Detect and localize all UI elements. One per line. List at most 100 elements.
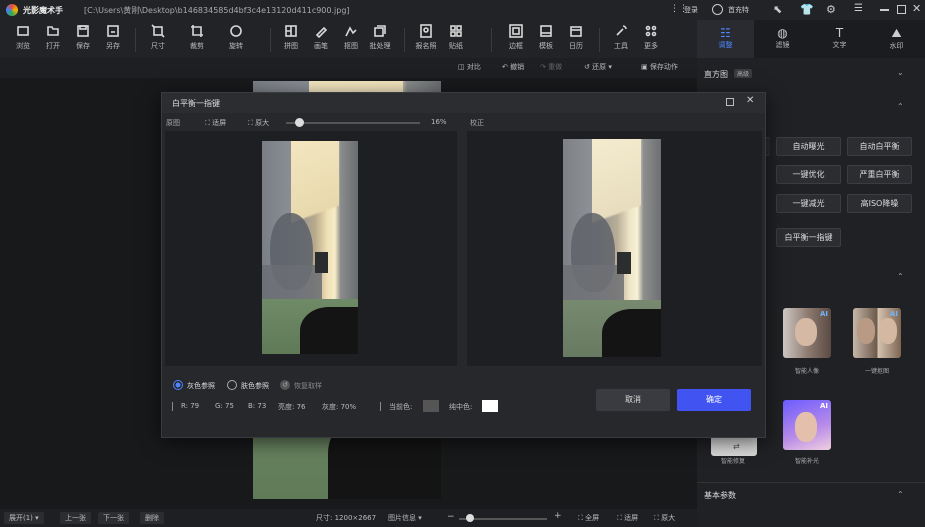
delete-button[interactable]: 删除 [140, 512, 164, 524]
iso-denoise-button[interactable]: 高ISO降噪 [847, 194, 912, 213]
ai-portrait-thumb[interactable]: AI [783, 308, 831, 358]
fit-button[interactable]: ⛶ 适屏 [617, 513, 638, 523]
skin-ref-radio[interactable] [227, 380, 237, 390]
face-icon [795, 318, 817, 346]
cutout-button[interactable]: 抠图 [337, 24, 365, 56]
neutral-color-label: 纯中色: [449, 403, 473, 411]
brush-button[interactable]: 画笔 [307, 24, 335, 56]
id-photo-button[interactable]: 报名照 [412, 24, 440, 56]
ai-section-collapse-icon[interactable]: ⌃ [897, 272, 904, 281]
compare-button[interactable]: ◫ 对比 [458, 62, 481, 72]
auto-wb-button[interactable]: 自动白平衡 [847, 137, 912, 156]
file-path: [C:\Users\黄刚\Desktop\b146834585d4bf3c4e1… [84, 6, 350, 15]
image-size: 尺寸: 1200×2667 [316, 514, 377, 522]
status-bar: 展开(1) ▾ 上一张 下一张 删除 尺寸: 1200×2667 图片信息 ▾ … [0, 509, 697, 527]
undo-button[interactable]: ↶ 撤销 [502, 62, 524, 72]
menu-icon[interactable]: ☰ [854, 3, 863, 14]
ai-light-thumb[interactable]: AI [783, 400, 831, 450]
ai-repair-thumb[interactable]: ⇄ [711, 438, 757, 456]
expand-button[interactable]: 展开(1) ▾ [4, 512, 44, 524]
dialog-close-icon[interactable]: ✕ [746, 95, 754, 106]
ai-cutout-thumb[interactable]: AI [853, 308, 901, 358]
tab-watermark[interactable]: ⛰ 水印 [868, 20, 925, 58]
calendar-button[interactable]: 日历 [562, 24, 590, 56]
one-key-optimize-button[interactable]: 一键优化 [776, 165, 841, 184]
template-button[interactable]: 模板 [532, 24, 560, 56]
stat-g: G: 75 [215, 402, 234, 410]
fit-screen-button[interactable]: ⛶ 适屏 [205, 118, 226, 128]
neutral-color-swatch [482, 400, 498, 412]
zoom-in-icon[interactable]: + [554, 511, 562, 521]
more-icon[interactable]: ⋮⋮ [670, 4, 688, 15]
maximize-icon[interactable] [897, 5, 906, 14]
tab-adjust[interactable]: ☷ 调整 [697, 20, 754, 58]
folder-icon [17, 26, 29, 36]
histogram-collapse-icon[interactable]: ⌄ [897, 68, 904, 77]
restore-sample-icon[interactable]: ↺ [280, 380, 290, 390]
original-image[interactable] [262, 141, 358, 354]
dialog-zoom-thumb[interactable] [295, 118, 304, 127]
auto-exposure-button[interactable]: 自动曝光 [776, 137, 841, 156]
settings-icon[interactable]: ⚙ [826, 3, 836, 16]
collage-button[interactable]: 拼图 [277, 24, 305, 56]
crop-button[interactable]: 裁剪 [183, 24, 211, 56]
reduce-light-button[interactable]: 一键减光 [776, 194, 841, 213]
skin-icon[interactable]: ⬉ [773, 3, 782, 16]
tab-filter[interactable]: ◍ 滤镜 [754, 20, 811, 58]
restore-button[interactable]: ↺ 还原 ▾ [584, 62, 612, 72]
browse-button[interactable]: 浏览 [9, 24, 37, 56]
batch-button[interactable]: 批处理 [366, 24, 394, 56]
save-button[interactable]: 保存 [69, 24, 97, 56]
wb-one-key-button[interactable]: 白平衡一指键 [776, 228, 841, 247]
size-button[interactable]: 尺寸 [144, 24, 172, 56]
next-button[interactable]: 下一张 [98, 512, 129, 524]
watermark-icon: ⛰ [891, 26, 902, 40]
strict-wb-button[interactable]: 严重白平衡 [847, 165, 912, 184]
gray-ref-radio[interactable] [173, 380, 183, 390]
corrected-label: 校正 [470, 119, 484, 127]
basic-params-title: 基本参数 [704, 491, 736, 500]
redo-button[interactable]: ↷ 重做 [540, 62, 562, 72]
corrected-image [563, 139, 661, 357]
sticker-icon [450, 25, 462, 37]
confirm-button[interactable]: 确定 [677, 389, 751, 411]
dialog-maximize-icon[interactable] [726, 98, 734, 106]
cancel-button[interactable]: 取消 [596, 389, 670, 411]
more-button[interactable]: 更多 [637, 24, 665, 56]
restore-sample-label: 恢复取样 [294, 382, 322, 390]
actual-size-button[interactable]: ⛶ 原大 [248, 118, 269, 128]
fullscreen-button[interactable]: ⛶ 全屏 [578, 513, 599, 523]
tab-text[interactable]: T 文字 [811, 20, 868, 58]
minimize-icon[interactable] [880, 9, 889, 11]
ai-cutout-label: 一键抠图 [864, 368, 889, 375]
zoom-slider-thumb[interactable] [466, 514, 474, 522]
section-collapse-icon[interactable]: ⌃ [897, 102, 904, 111]
sticker-button[interactable]: 贴纸 [442, 24, 470, 56]
open-button[interactable]: 打开 [39, 24, 67, 56]
basic-params-collapse-icon[interactable]: ⌃ [897, 490, 904, 499]
save-as-button[interactable]: 另存 [99, 24, 127, 56]
ai-light-label: 智能补光 [794, 458, 819, 465]
save-icon [77, 25, 89, 37]
vip-link[interactable]: 首充特 [728, 5, 749, 15]
stat-r: R: 79 [181, 402, 200, 410]
login-link[interactable]: 登录 [684, 5, 698, 15]
face-icon [857, 318, 875, 344]
actual-size-button[interactable]: ⛶ 原大 [654, 513, 675, 523]
image-info-button[interactable]: 图片信息 ▾ [388, 513, 422, 523]
tools-button[interactable]: 工具 [607, 24, 635, 56]
frame-button[interactable]: 边框 [502, 24, 530, 56]
batch-icon [374, 25, 386, 37]
zoom-out-icon[interactable]: − [447, 512, 455, 522]
rotate-button[interactable]: 旋转 [222, 24, 250, 56]
close-icon[interactable]: ✕ [912, 2, 921, 15]
original-label: 原图 [166, 119, 180, 127]
repair-icon: ⇄ [733, 442, 740, 451]
shirt-icon[interactable]: 👕 [800, 3, 814, 16]
save-action-button[interactable]: ▣ 保存动作 [641, 62, 678, 72]
resize-icon [151, 24, 165, 38]
dialog-zoom-slider[interactable] [286, 122, 420, 124]
prev-button[interactable]: 上一张 [60, 512, 91, 524]
ai-badge-icon: AI [819, 402, 828, 410]
stat-gray: 灰度: 70% [322, 403, 357, 411]
